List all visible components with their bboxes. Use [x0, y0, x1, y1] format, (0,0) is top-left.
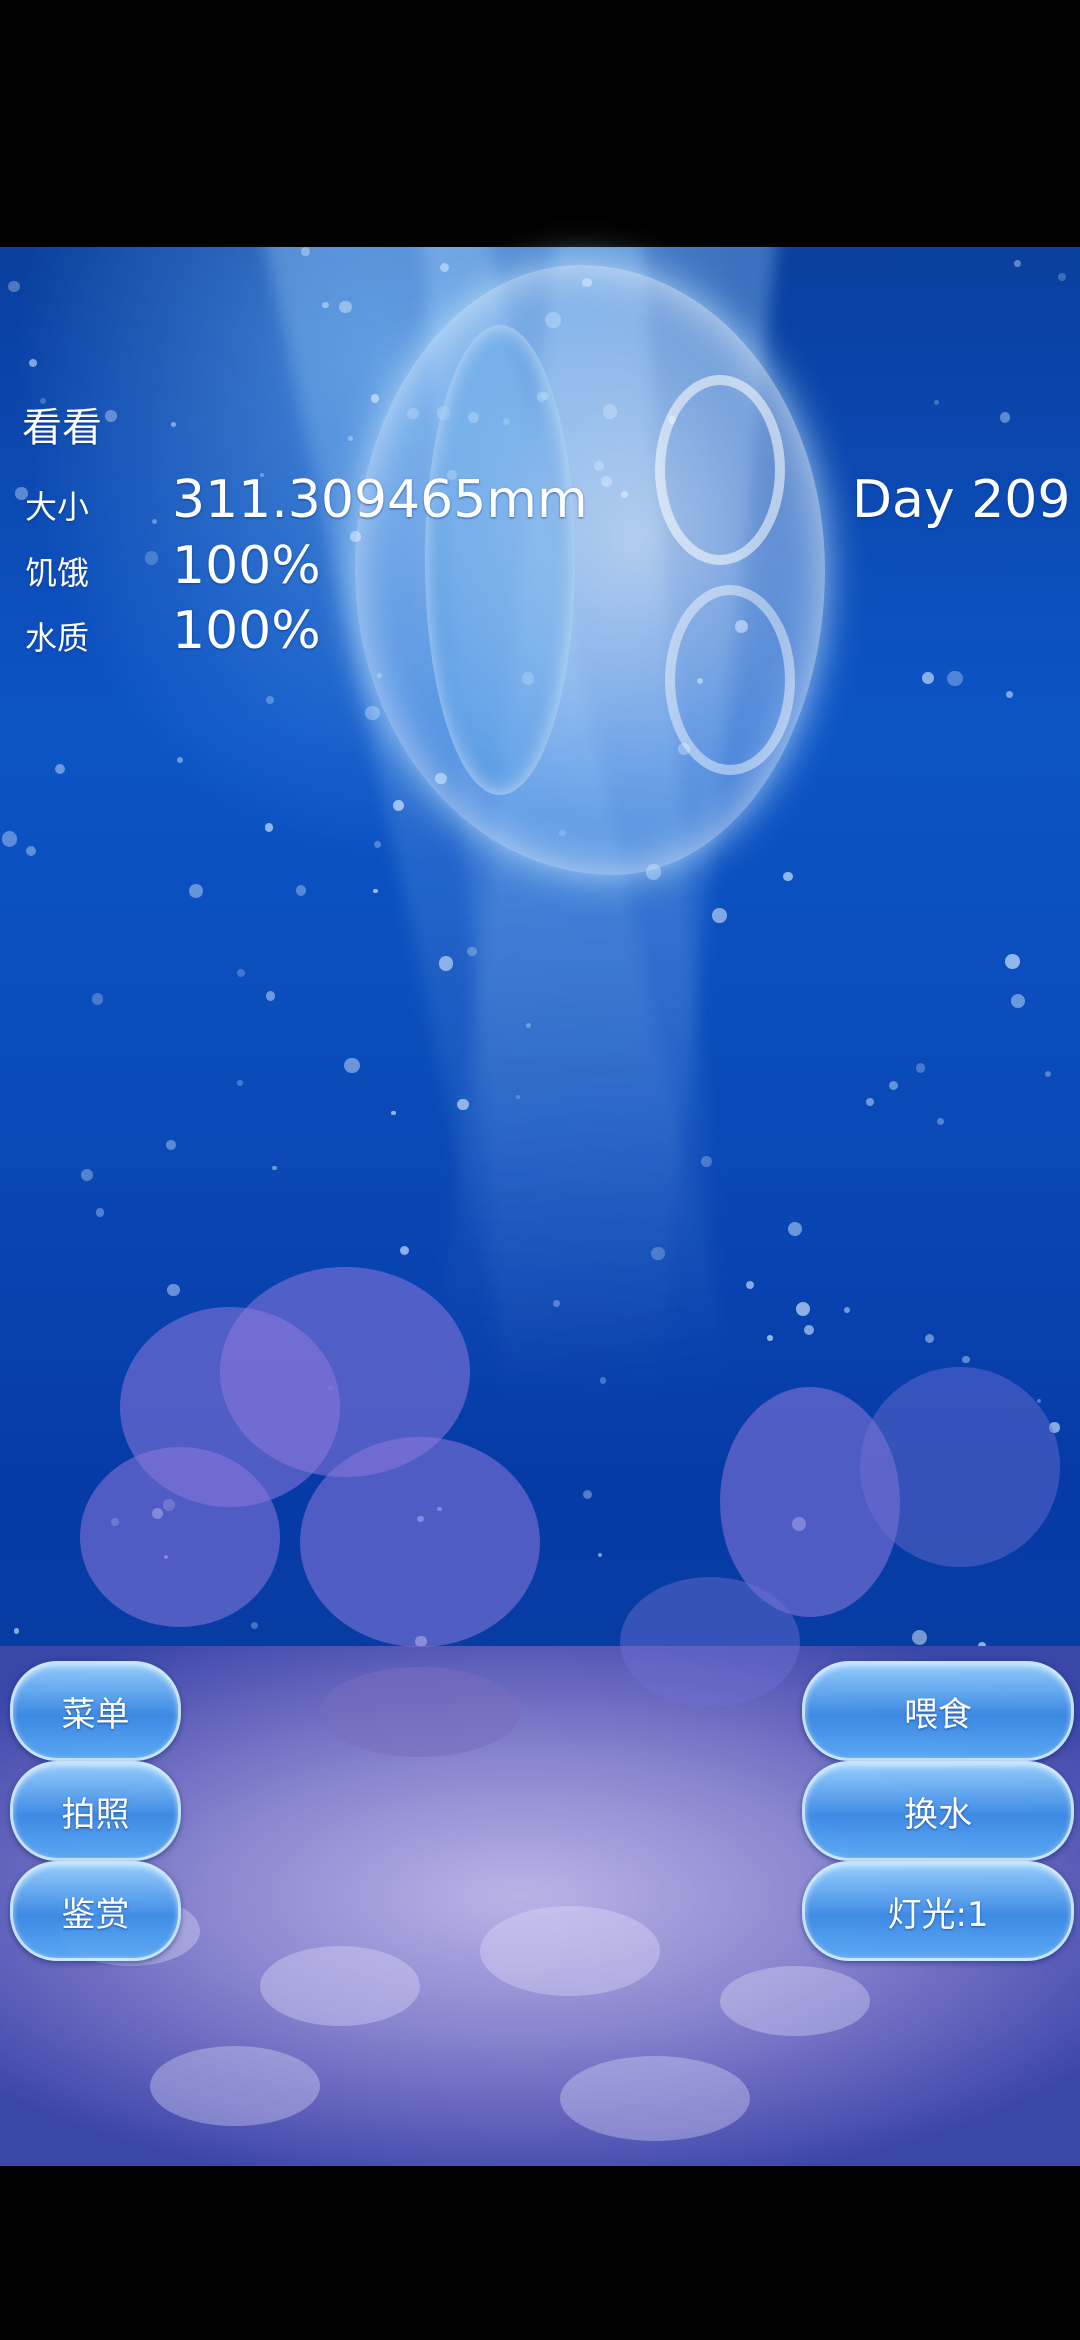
particle — [1044, 1071, 1051, 1078]
particle — [439, 956, 454, 971]
particle — [937, 1117, 945, 1125]
particle — [999, 412, 1011, 423]
particle — [272, 1165, 277, 1171]
particle — [322, 301, 329, 308]
particle — [1, 831, 18, 847]
pebble — [720, 1966, 870, 2036]
particle — [91, 993, 104, 1005]
particle — [371, 394, 380, 403]
particle — [152, 519, 158, 525]
size-label: 大小 — [25, 488, 90, 526]
pebble — [260, 1946, 420, 2026]
particle — [177, 756, 184, 763]
particle — [189, 883, 204, 898]
particle — [95, 1208, 105, 1217]
particle — [712, 908, 727, 923]
particle — [467, 946, 477, 957]
particle — [597, 1552, 602, 1558]
particle — [767, 1335, 773, 1341]
particle — [55, 764, 66, 775]
particle — [583, 1489, 593, 1499]
particle — [700, 1155, 712, 1167]
particle — [888, 1080, 898, 1091]
particle — [1058, 273, 1067, 281]
jellyfish-gonad — [655, 375, 785, 565]
pebble — [560, 2056, 750, 2141]
particle — [344, 1057, 360, 1074]
change-water-button[interactable]: 换水 — [802, 1761, 1074, 1861]
feed-button[interactable]: 喂食 — [802, 1661, 1074, 1761]
particle — [250, 1621, 259, 1629]
particle — [804, 1325, 815, 1336]
particle — [947, 670, 963, 687]
particle — [171, 422, 176, 428]
particle — [81, 1169, 94, 1182]
particle — [265, 695, 274, 705]
navigation-bar-area — [0, 2166, 1080, 2340]
particle — [167, 1283, 180, 1296]
particle — [651, 1246, 665, 1261]
particle — [105, 410, 117, 422]
jellyfish-gonad — [665, 585, 795, 775]
particle — [347, 435, 354, 441]
particle — [915, 1063, 926, 1073]
water-quality-value: 100% — [172, 601, 321, 661]
particle — [29, 359, 38, 368]
particle — [165, 1140, 176, 1150]
light-button[interactable]: 灯光:1 — [802, 1861, 1074, 1961]
particle — [912, 1629, 928, 1645]
stats-title: 看看 — [22, 405, 102, 451]
photo-button[interactable]: 拍照 — [10, 1761, 181, 1861]
hunger-value: 100% — [172, 536, 321, 596]
particle — [796, 1301, 811, 1316]
pebble — [150, 2046, 320, 2126]
particle — [237, 1080, 243, 1086]
particle — [391, 1110, 396, 1116]
size-value: 311.309465mm — [172, 470, 588, 530]
particle — [1013, 259, 1021, 268]
particle — [843, 1306, 850, 1313]
particle — [373, 840, 382, 849]
particle — [25, 845, 37, 857]
particle — [1011, 993, 1026, 1008]
particle — [144, 551, 159, 565]
particle — [1004, 954, 1020, 969]
particle — [339, 300, 352, 314]
particle — [924, 1333, 935, 1344]
particle — [8, 280, 21, 293]
jellyfish-bell-inner — [425, 325, 575, 795]
particle — [264, 823, 274, 833]
particle — [865, 1098, 874, 1106]
particle — [265, 990, 276, 1001]
particle — [372, 888, 378, 894]
particle — [783, 871, 793, 882]
particle — [13, 1627, 20, 1634]
pebble — [480, 1906, 660, 1996]
hunger-label: 饥饿 — [25, 554, 90, 592]
particle — [1005, 691, 1013, 698]
particle — [962, 1355, 970, 1364]
particle — [457, 1098, 469, 1111]
particle — [300, 247, 310, 256]
particle — [295, 885, 307, 896]
water-quality-label: 水质 — [25, 619, 90, 657]
particle — [745, 1280, 755, 1289]
particle — [365, 705, 380, 721]
particle — [236, 968, 246, 978]
menu-button[interactable]: 菜单 — [10, 1661, 181, 1761]
appreciate-button[interactable]: 鉴赏 — [10, 1861, 181, 1961]
particle — [399, 1245, 410, 1256]
particle — [1037, 1398, 1042, 1403]
status-bar-area — [0, 0, 1080, 247]
particle — [921, 672, 934, 685]
day-counter: Day 209 — [852, 470, 1071, 530]
particle — [787, 1222, 802, 1237]
particle — [933, 400, 939, 406]
